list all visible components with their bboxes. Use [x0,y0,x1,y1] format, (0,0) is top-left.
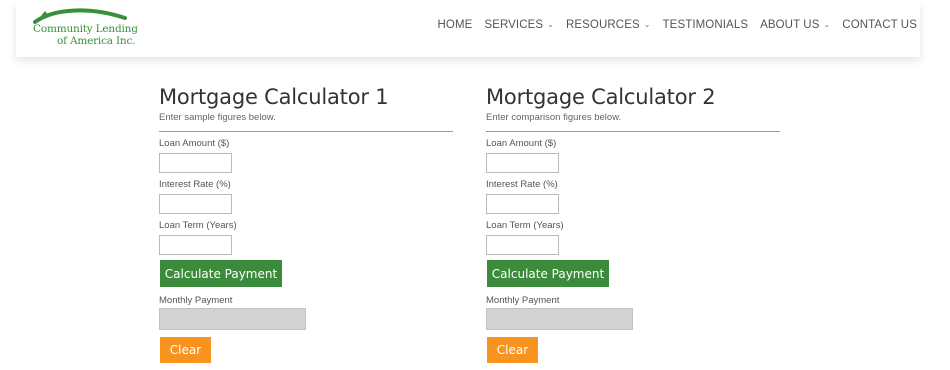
loan-amount-input[interactable] [159,153,232,173]
mortgage-calculator-2: Mortgage Calculator 2 Enter comparison f… [486,85,780,363]
calculator-subtitle: Enter sample figures below. [159,112,276,123]
loan-amount-label: Loan Amount ($) [486,138,557,149]
nav-item-services[interactable]: SERVICES ⌄ [484,19,554,31]
nav-item-label: ABOUT US [760,19,820,31]
loan-amount-label: Loan Amount ($) [159,138,230,149]
loan-term-group: Loan Term (Years) [486,220,564,255]
nav-item-contact-us[interactable]: CONTACT US [842,19,917,31]
nav-item-about-us[interactable]: ABOUT US ⌄ [760,19,830,31]
monthly-payment-group: Monthly Payment [159,295,232,307]
monthly-payment-label: Monthly Payment [159,295,233,306]
nav-item-label: SERVICES [484,19,544,31]
monthly-payment-label: Monthly Payment [486,295,560,306]
monthly-payment-output [159,308,306,330]
calculator-title: Mortgage Calculator 2 [486,85,716,109]
calculate-payment-button[interactable]: Calculate Payment [487,260,609,287]
loan-amount-group: Loan Amount ($) [159,138,232,173]
logo-text-line1: Community Lending [33,23,138,35]
mortgage-calculator-1: Mortgage Calculator 1 Enter sample figur… [159,85,453,363]
monthly-payment-group: Monthly Payment [486,295,559,307]
logo-text-line2: of America Inc. [57,35,136,47]
main-nav: HOME SERVICES ⌄ RESOURCES ⌄ TESTIMONIALS… [438,19,917,31]
nav-item-label: HOME [437,19,473,31]
loan-amount-group: Loan Amount ($) [486,138,559,173]
interest-rate-label: Interest Rate (%) [486,179,558,190]
divider [486,131,780,132]
interest-rate-group: Interest Rate (%) [486,179,559,214]
interest-rate-group: Interest Rate (%) [159,179,232,214]
divider [159,131,453,132]
calculator-subtitle: Enter comparison figures below. [486,112,622,123]
chevron-down-icon: ⌄ [547,19,554,29]
nav-item-home[interactable]: HOME [438,19,473,31]
calculator-title: Mortgage Calculator 1 [159,85,389,109]
nav-item-label: TESTIMONIALS [662,19,749,31]
chevron-down-icon: ⌄ [643,19,651,29]
loan-term-label: Loan Term (Years) [486,220,564,231]
loan-term-group: Loan Term (Years) [159,220,237,255]
loan-term-input[interactable] [486,235,559,255]
nav-item-testimonials[interactable]: TESTIMONIALS [663,19,749,31]
nav-item-label: CONTACT US [842,19,917,31]
chevron-down-icon: ⌄ [823,19,831,29]
nav-item-label: RESOURCES [565,19,640,31]
loan-term-input[interactable] [159,235,232,255]
clear-button[interactable]: Clear [160,337,211,363]
nav-item-resources[interactable]: RESOURCES ⌄ [566,19,651,31]
loan-term-label: Loan Term (Years) [159,220,237,231]
loan-amount-input[interactable] [486,153,559,173]
calculate-payment-button[interactable]: Calculate Payment [160,260,282,287]
monthly-payment-output [486,308,633,330]
interest-rate-input[interactable] [486,194,559,214]
clear-button[interactable]: Clear [487,337,538,363]
site-logo[interactable]: Community Lending of America Inc. [33,6,138,52]
interest-rate-label: Interest Rate (%) [159,179,231,190]
site-header: Community Lending of America Inc. HOME S… [16,0,920,57]
interest-rate-input[interactable] [159,194,232,214]
